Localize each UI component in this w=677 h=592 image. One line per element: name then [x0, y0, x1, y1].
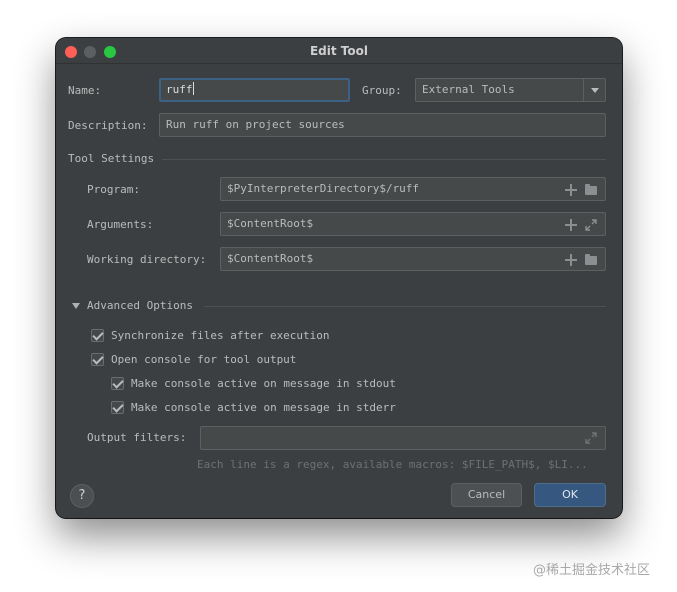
arguments-label: Arguments:	[87, 218, 154, 231]
folder-icon[interactable]	[584, 253, 598, 267]
title-bar: Edit Tool	[56, 38, 622, 64]
active-stderr-checkbox[interactable]	[111, 401, 124, 414]
name-input-value: ruff	[166, 83, 193, 96]
watermark: @稀土掘金技术社区	[533, 563, 651, 578]
advanced-options-header[interactable]: Advanced Options	[87, 299, 193, 312]
active-stdout-label[interactable]: Make console active on message in stdout	[131, 377, 396, 390]
active-stdout-checkbox[interactable]	[111, 377, 124, 390]
output-filters-input[interactable]	[200, 426, 606, 450]
sync-files-checkbox[interactable]	[91, 329, 104, 342]
name-label: Name:	[68, 84, 102, 97]
expand-icon[interactable]	[584, 431, 598, 445]
advanced-options-divider	[204, 306, 606, 307]
tool-settings-divider	[162, 159, 606, 160]
working-directory-input-value: $ContentRoot$	[227, 252, 314, 265]
ok-button[interactable]: OK	[534, 483, 606, 507]
output-filters-hint: Each line is a regex, available macros: …	[197, 458, 588, 471]
edit-tool-dialog: Edit Tool Name: ruff Group: External Too…	[56, 38, 622, 518]
open-console-checkbox[interactable]	[91, 353, 104, 366]
cancel-button[interactable]: Cancel	[451, 483, 522, 507]
plus-icon[interactable]	[564, 183, 578, 197]
working-directory-label: Working directory:	[87, 253, 207, 266]
arguments-input[interactable]: $ContentRoot$	[220, 212, 606, 236]
group-combobox[interactable]: External Tools	[415, 78, 606, 102]
plus-icon[interactable]	[564, 253, 578, 267]
text-caret	[192, 82, 194, 95]
chevron-down-icon[interactable]	[583, 79, 605, 101]
group-combobox-value: External Tools	[422, 83, 515, 96]
tool-settings-header: Tool Settings	[68, 152, 155, 165]
program-label: Program:	[87, 183, 140, 196]
open-console-label[interactable]: Open console for tool output	[111, 353, 296, 366]
dialog-title: Edit Tool	[309, 44, 368, 58]
name-input[interactable]: ruff	[159, 78, 350, 102]
sync-files-label[interactable]: Synchronize files after execution	[111, 329, 330, 342]
active-stderr-label[interactable]: Make console active on message in stderr	[131, 401, 396, 414]
folder-icon[interactable]	[584, 183, 598, 197]
working-directory-input[interactable]: $ContentRoot$	[220, 247, 606, 271]
arguments-input-value: $ContentRoot$	[227, 217, 314, 230]
description-input[interactable]: Run ruff on project sources	[159, 113, 606, 137]
description-label: Description:	[68, 119, 148, 132]
group-label: Group:	[362, 84, 402, 97]
plus-icon[interactable]	[564, 218, 578, 232]
collapse-triangle-icon[interactable]	[72, 303, 80, 309]
program-input-value: $PyInterpreterDirectory$/ruff	[227, 182, 420, 195]
help-icon[interactable]: ?	[70, 484, 94, 508]
program-input[interactable]: $PyInterpreterDirectory$/ruff	[220, 177, 606, 201]
expand-icon[interactable]	[584, 218, 598, 232]
output-filters-label: Output filters:	[87, 431, 187, 444]
